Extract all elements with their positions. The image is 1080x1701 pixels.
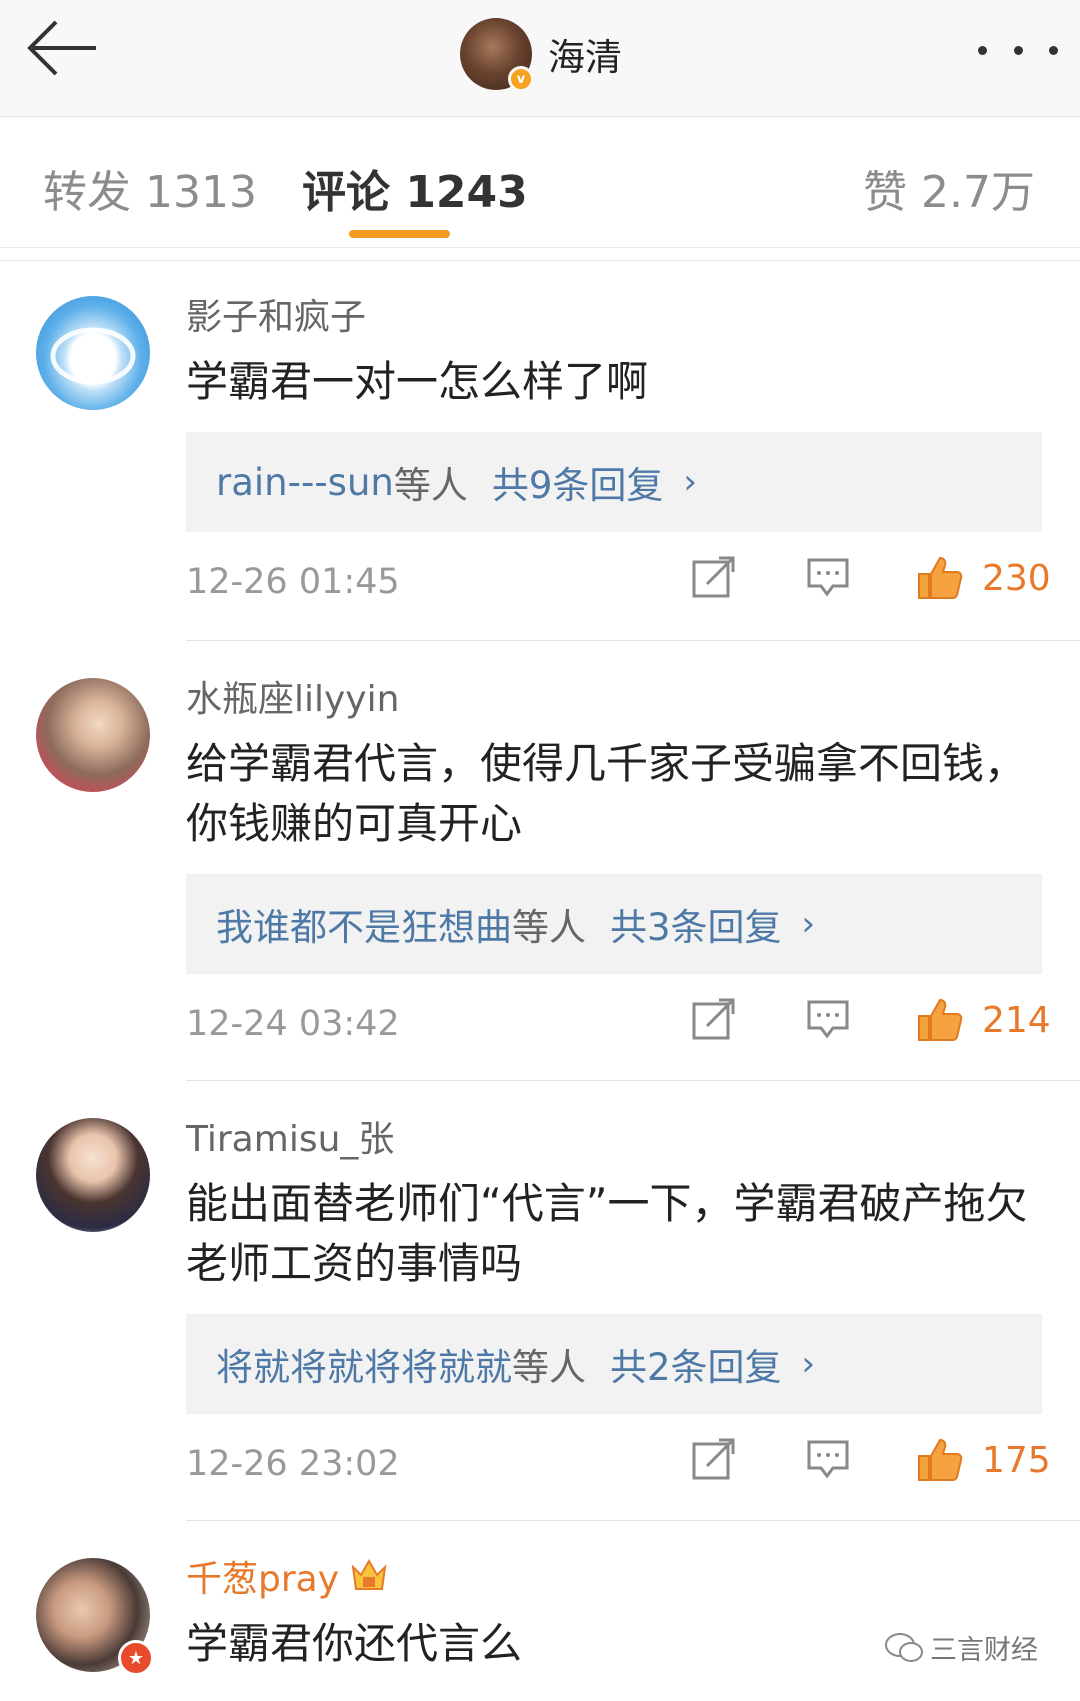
wechat-icon <box>885 1632 923 1662</box>
thumbs-up-icon <box>918 556 963 599</box>
comment-meta: 12-24 03:42 214 <box>186 974 1051 1074</box>
comment-timestamp: 12-24 03:42 <box>186 1004 400 1044</box>
verified-badge-icon: v <box>508 66 534 92</box>
divider <box>186 640 1080 641</box>
back-arrow-icon[interactable] <box>26 18 106 88</box>
avatar[interactable] <box>36 1118 150 1232</box>
divider <box>0 260 1080 261</box>
reply-suffix: 等人 <box>512 906 586 949</box>
share-icon[interactable] <box>691 1436 737 1486</box>
reply-total: 共9条回复 <box>491 464 664 507</box>
comment-text: 学霸君一对一怎么样了啊 <box>186 357 649 406</box>
thumbs-up-icon <box>918 1438 963 1481</box>
thumbs-up-icon <box>918 998 963 1041</box>
comment-meta: 12-26 23:02 175 <box>186 1414 1051 1514</box>
replies-link[interactable]: 将就将就将将就就 等人 共2条回复 › <box>186 1314 1042 1414</box>
comment-timestamp: 12-26 23:02 <box>186 1444 400 1484</box>
chevron-right-icon: › <box>801 1344 816 1384</box>
share-icon[interactable] <box>691 554 737 604</box>
comment-username[interactable]: Tiramisu_张 <box>186 1118 1042 1162</box>
top-nav-bar: v 海清 <box>0 0 1080 117</box>
avatar[interactable]: v <box>460 18 534 92</box>
replies-link[interactable]: rain---sun 等人 共9条回复 › <box>186 432 1042 532</box>
watermark-text: 三言财经 <box>930 1635 1038 1666</box>
comment-text: 能出面替老师们“代言”一下，学霸君破产拖欠老师工资的事情吗 <box>186 1179 1028 1288</box>
reply-suffix: 等人 <box>393 464 468 507</box>
reply-suffix: 等人 <box>512 1346 586 1389</box>
like-count: 175 <box>982 1439 1051 1481</box>
replies-link[interactable]: 我谁都不是狂想曲 等人 共3条回复 › <box>186 874 1042 974</box>
tab-bar: 转发 1313 评论 1243 赞 2.7万 <box>0 118 1080 248</box>
comment-username[interactable]: 水瓶座lilyyin <box>186 678 1042 722</box>
comment-username[interactable]: 千葱pray <box>186 1558 1042 1602</box>
comment-timestamp: 12-26 01:45 <box>186 562 400 602</box>
comment-username[interactable]: 影子和疯子 <box>186 296 1042 340</box>
like-button[interactable]: 175 <box>916 1436 1051 1484</box>
username-text: 千葱pray <box>186 1559 340 1600</box>
like-count: 214 <box>982 999 1051 1041</box>
comment-text: 给学霸君代言，使得几千家子受骗拿不回钱，你钱赚的可真开心 <box>186 739 1027 848</box>
crown-icon <box>349 1555 389 1606</box>
tab-likes[interactable]: 赞 2.7万 <box>863 156 1035 220</box>
reply-total: 共3条回复 <box>610 906 782 949</box>
avatar[interactable] <box>36 678 150 792</box>
page-title: 海清 <box>548 36 622 79</box>
divider <box>186 1520 1080 1521</box>
like-button[interactable]: 230 <box>916 554 1051 602</box>
share-icon[interactable] <box>691 996 737 1046</box>
tab-repost[interactable]: 转发 1313 <box>43 156 257 220</box>
reply-users: 将就将就将将就就 <box>216 1346 512 1389</box>
tab-comments[interactable]: 评论 1243 <box>302 156 528 220</box>
watermark: 三言财经 <box>884 1628 1038 1667</box>
comment-icon[interactable] <box>805 554 851 604</box>
avatar[interactable] <box>36 296 150 410</box>
chevron-right-icon: › <box>801 904 816 944</box>
comment-meta: 12-26 01:45 230 <box>186 532 1051 632</box>
profile-header[interactable]: v 海清 <box>460 14 622 94</box>
divider <box>186 1080 1080 1081</box>
like-count: 230 <box>982 557 1051 599</box>
comment-icon[interactable] <box>805 1436 851 1486</box>
like-button[interactable]: 214 <box>916 996 1051 1044</box>
more-dots-icon[interactable] <box>978 30 1058 70</box>
active-tab-indicator <box>349 230 450 238</box>
star-badge-icon: ★ <box>118 1640 154 1676</box>
chevron-right-icon: › <box>683 462 698 502</box>
reply-total: 共2条回复 <box>610 1346 782 1389</box>
reply-users: rain---sun <box>216 460 394 504</box>
comment-icon[interactable] <box>805 996 851 1046</box>
reply-users: 我谁都不是狂想曲 <box>216 906 512 949</box>
avatar[interactable]: ★ <box>36 1558 154 1676</box>
